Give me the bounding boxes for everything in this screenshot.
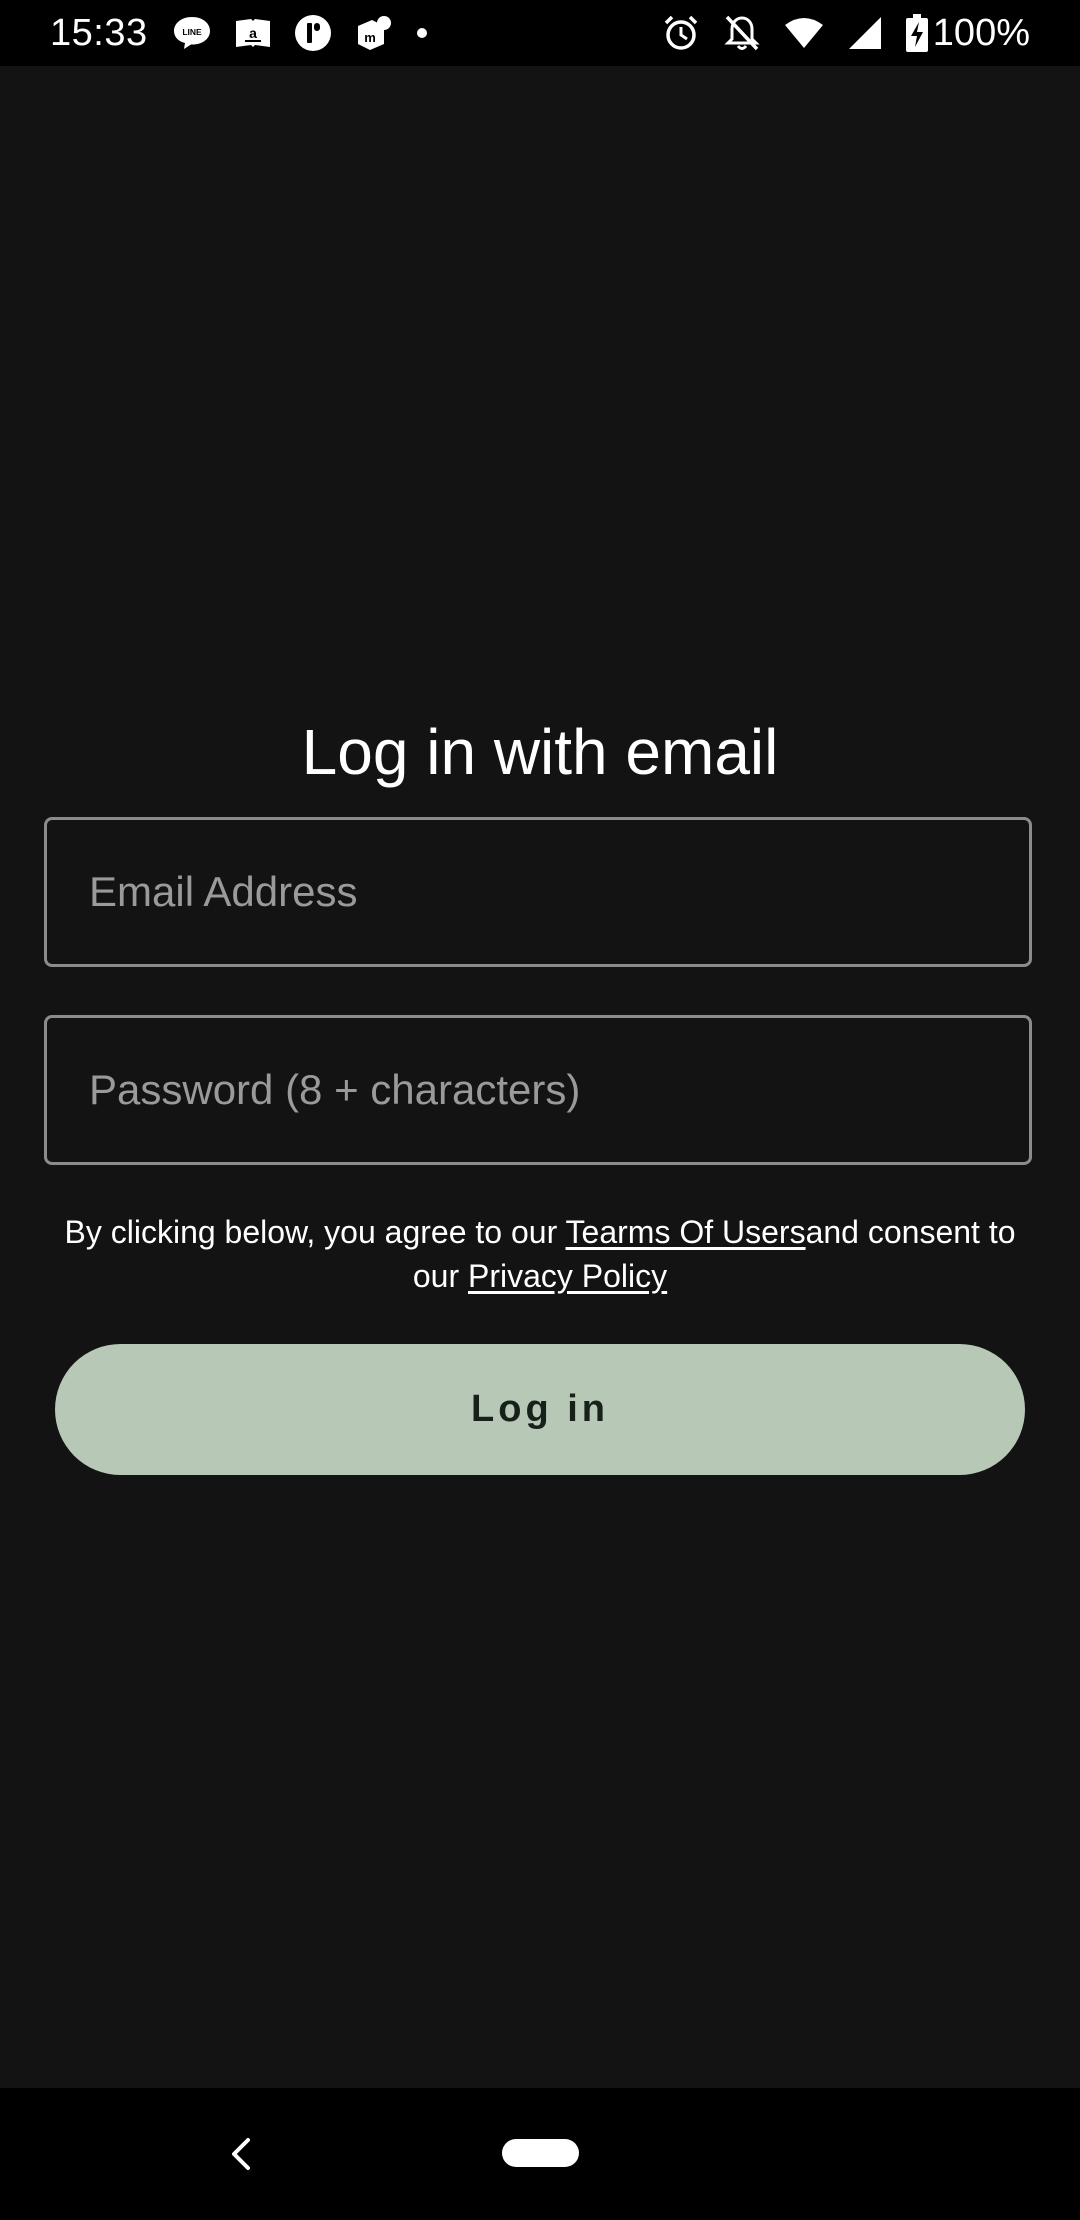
- page-title: Log in with email: [301, 716, 779, 788]
- status-bar: 15:33 LINE a m 100%: [0, 0, 1080, 66]
- svg-text:m: m: [364, 30, 376, 45]
- book-icon: a: [234, 16, 272, 50]
- password-field-container: [44, 1015, 1032, 1165]
- alarm-icon: [662, 14, 700, 52]
- back-icon[interactable]: [222, 2132, 262, 2176]
- terms-link[interactable]: Tearms Of Users: [566, 1214, 806, 1250]
- battery-percent: 100%: [932, 12, 1030, 54]
- consent-prefix: By clicking below, you agree to our: [64, 1214, 566, 1250]
- home-pill[interactable]: [502, 2139, 579, 2167]
- status-time: 15:33: [50, 12, 148, 54]
- more-dot-icon: [416, 27, 428, 39]
- notifications-off-icon: [724, 14, 760, 52]
- svg-text:a: a: [249, 25, 257, 41]
- battery-charging-icon: [906, 14, 928, 52]
- svg-text:LINE: LINE: [182, 27, 202, 37]
- line-app-icon: LINE: [172, 15, 212, 51]
- t-app-icon: [294, 14, 332, 52]
- system-icons: [662, 13, 928, 53]
- navigation-bar: [0, 2088, 1080, 2220]
- privacy-policy-link[interactable]: Privacy Policy: [468, 1258, 667, 1294]
- consent-text: By clicking below, you agree to our Tear…: [40, 1210, 1040, 1298]
- wifi-icon: [784, 17, 824, 49]
- cell-signal-icon: [848, 16, 882, 50]
- password-field[interactable]: [47, 1018, 1029, 1162]
- email-field-container: [44, 817, 1032, 967]
- login-button[interactable]: Log in: [55, 1344, 1025, 1475]
- notification-icons: LINE a m: [172, 13, 428, 53]
- email-field[interactable]: [47, 820, 1029, 964]
- m-app-icon: m: [354, 14, 394, 52]
- login-screen: 15:33 LINE a m 100% Log in with email Em…: [0, 0, 1080, 2220]
